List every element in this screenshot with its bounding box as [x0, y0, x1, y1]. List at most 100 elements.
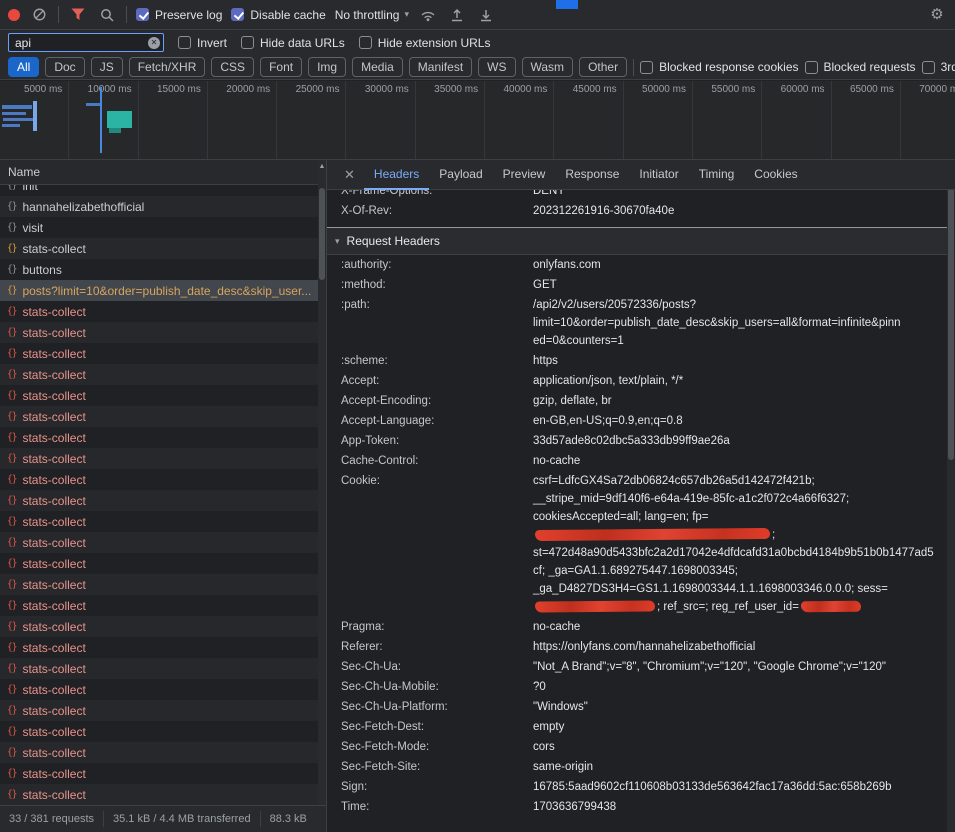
type-filter-other[interactable]: Other	[579, 57, 627, 77]
export-har-icon[interactable]	[476, 5, 496, 25]
clear-filter-input-icon[interactable]: ✕	[148, 37, 160, 49]
type-filter-all[interactable]: All	[8, 57, 39, 77]
request-name: stats-collect	[22, 326, 85, 340]
request-row[interactable]: {}stats-collect	[0, 385, 318, 406]
tab-response[interactable]: Response	[555, 160, 629, 190]
request-row[interactable]: {}buttons	[0, 259, 318, 280]
request-row[interactable]: {}stats-collect	[0, 322, 318, 343]
overview-selection-line	[100, 87, 102, 153]
type-filter-img[interactable]: Img	[308, 57, 346, 77]
header-value: https://onlyfans.com/hannahelizabethoffi…	[533, 638, 947, 656]
type-filter-media[interactable]: Media	[352, 57, 403, 77]
request-row[interactable]: {}stats-collect	[0, 532, 318, 553]
header-value: same-origin	[533, 758, 947, 776]
request-row[interactable]: {}stats-collect	[0, 595, 318, 616]
request-row[interactable]: {}stats-collect	[0, 553, 318, 574]
request-name: buttons	[22, 263, 61, 277]
request-row[interactable]: {}stats-collect	[0, 658, 318, 679]
right-scrollbar[interactable]	[947, 160, 955, 832]
request-row[interactable]: {}stats-collect	[0, 700, 318, 721]
tab-timing[interactable]: Timing	[689, 160, 745, 190]
left-scrollbar[interactable]: ▲	[318, 160, 326, 805]
header-row: App-Token:33d57ade8c02dbc5a333db99ff9ae2…	[327, 431, 947, 451]
disable-cache-checkbox[interactable]: Disable cache	[231, 8, 325, 22]
request-name: stats-collect	[22, 515, 85, 529]
name-column-header[interactable]: Name	[0, 160, 326, 185]
tab-initiator[interactable]: Initiator	[629, 160, 688, 190]
request-row[interactable]: {}stats-collect	[0, 511, 318, 532]
clear-network-log-icon[interactable]	[29, 5, 49, 25]
header-row: X-Frame-Options:DENY	[327, 190, 947, 201]
type-filter-ws[interactable]: WS	[478, 57, 515, 77]
request-row[interactable]: {}stats-collect	[0, 637, 318, 658]
record-button[interactable]	[8, 9, 20, 21]
header-name: Sec-Fetch-Site:	[341, 758, 533, 776]
request-row[interactable]: {} stats-collect	[0, 469, 318, 490]
throttling-dropdown[interactable]: No throttling ▾	[335, 8, 409, 22]
checkbox-unchecked-icon	[241, 36, 254, 49]
script-braces-icon: {}	[7, 537, 16, 548]
filter-input-wrap: ✕	[8, 33, 164, 52]
third-party-requests-checkbox[interactable]: 3rd-party requests	[922, 60, 955, 74]
tab-preview[interactable]: Preview	[493, 160, 556, 190]
request-row[interactable]: {}hannahelizabethofficial	[0, 196, 318, 217]
request-row[interactable]: {}stats-collect	[0, 427, 318, 448]
tab-headers[interactable]: Headers	[364, 160, 429, 190]
tab-payload[interactable]: Payload	[429, 160, 492, 190]
hide-data-urls-checkbox[interactable]: Hide data URLs	[241, 36, 345, 50]
settings-gear-icon[interactable]: ⚙	[927, 5, 947, 25]
request-row[interactable]: {}init	[0, 185, 318, 196]
type-filter-font[interactable]: Font	[260, 57, 302, 77]
close-details-icon[interactable]: ✕	[335, 167, 364, 183]
type-filter-fetch-xhr[interactable]: Fetch/XHR	[129, 57, 206, 77]
overview-tick-column: 65000 ms	[832, 81, 901, 159]
type-filter-manifest[interactable]: Manifest	[409, 57, 472, 77]
filter-funnel-icon[interactable]	[68, 5, 88, 25]
request-name: stats-collect	[22, 410, 85, 424]
script-braces-icon: {}	[7, 474, 16, 485]
request-row[interactable]: {}stats-collect	[0, 448, 318, 469]
request-row[interactable]: {}visit	[0, 217, 318, 238]
request-row[interactable]: {}stats-collect	[0, 784, 318, 805]
preserve-log-checkbox[interactable]: Preserve log	[136, 8, 222, 22]
hide-extension-urls-checkbox[interactable]: Hide extension URLs	[359, 36, 491, 50]
network-overview-timeline[interactable]: 5000 ms10000 ms15000 ms20000 ms25000 ms3…	[0, 81, 955, 160]
request-row[interactable]: {}stats-collect	[0, 742, 318, 763]
request-row[interactable]: {}posts?limit=10&order=publish_date_desc…	[0, 280, 318, 301]
network-filter-input[interactable]	[8, 33, 164, 52]
search-icon[interactable]	[97, 5, 117, 25]
scrollbar-thumb[interactable]	[319, 188, 325, 280]
scroll-up-arrow-icon[interactable]: ▲	[318, 163, 326, 170]
request-row[interactable]: {}stats-collect	[0, 490, 318, 511]
tab-cookies[interactable]: Cookies	[744, 160, 807, 190]
request-row[interactable]: {}stats-collect	[0, 721, 318, 742]
blocked-requests-checkbox[interactable]: Blocked requests	[805, 60, 916, 74]
request-row[interactable]: {}stats-collect	[0, 301, 318, 322]
scrollbar-thumb[interactable]	[948, 165, 954, 460]
request-row[interactable]: {}stats-collect	[0, 406, 318, 427]
request-row[interactable]: {}stats-collect	[0, 679, 318, 700]
header-name: Accept:	[341, 372, 533, 390]
request-name: stats-collect	[22, 473, 85, 487]
invert-checkbox[interactable]: Invert	[178, 36, 227, 50]
type-filter-doc[interactable]: Doc	[45, 57, 84, 77]
request-headers-section[interactable]: ▾ Request Headers	[327, 227, 947, 255]
type-filter-js[interactable]: JS	[91, 57, 123, 77]
type-filter-css[interactable]: CSS	[211, 57, 254, 77]
import-har-icon[interactable]	[447, 5, 467, 25]
request-row[interactable]: {}stats-collect	[0, 238, 318, 259]
filter-toolbar: ✕ Invert Hide data URLs Hide extension U…	[0, 30, 955, 55]
blocked-response-cookies-checkbox[interactable]: Blocked response cookies	[640, 60, 798, 74]
header-value: 1703636799438	[533, 798, 947, 816]
network-conditions-icon[interactable]	[418, 5, 438, 25]
request-row[interactable]: {}stats-collect	[0, 343, 318, 364]
transferred-size: 35.1 kB / 4.4 MB transferred	[104, 811, 261, 827]
type-filter-wasm[interactable]: Wasm	[522, 57, 574, 77]
request-row[interactable]: {}stats-collect	[0, 574, 318, 595]
header-name: X-Of-Rev:	[341, 202, 533, 220]
request-row[interactable]: {}stats-collect	[0, 763, 318, 784]
script-braces-icon: {}	[7, 432, 16, 443]
request-row[interactable]: {}stats-collect	[0, 616, 318, 637]
overview-tick-column: 35000 ms	[416, 81, 485, 159]
request-row[interactable]: {}stats-collect	[0, 364, 318, 385]
